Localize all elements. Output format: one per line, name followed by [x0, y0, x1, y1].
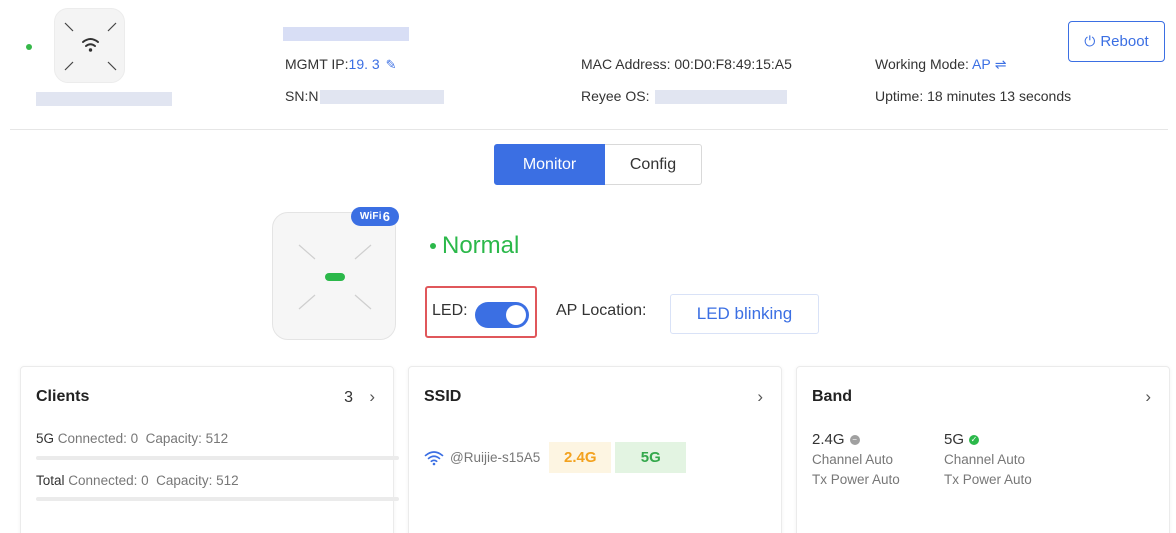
power-icon: ⏻ — [1084, 33, 1096, 49]
mgmt-ip-value: 19. 3 — [348, 56, 380, 72]
os-version-redacted — [655, 90, 788, 105]
mode-value[interactable]: AP — [972, 56, 991, 72]
mac-label: MAC Address: — [581, 56, 671, 72]
mgmt-ip-row: MGMT IP:19. 3 ✎ — [285, 55, 397, 74]
band-5g-name: 5G — [944, 431, 965, 448]
ssid-row: @Ruijie-s15A5 2.4G 5G — [424, 442, 687, 473]
band-24g-name: 2.4G — [812, 431, 845, 448]
clients-card[interactable]: Clients 3 › 5G Connected: 0 Capacity: 51… — [20, 366, 399, 533]
clients-5g-connected: Connected: 0 — [57, 431, 139, 446]
chevron-right-icon[interactable]: › — [1145, 387, 1151, 407]
band-24g-header: 2.4G − — [812, 430, 900, 450]
mode-label: Working Mode: — [875, 56, 969, 72]
clients-total-capacity: Capacity: 512 — [156, 473, 239, 488]
ssid-title: SSID — [424, 388, 462, 405]
band-5g: 5G ✓ Channel Auto Tx Power Auto — [944, 430, 1032, 490]
check-icon: ✓ — [969, 435, 980, 445]
chevron-right-icon[interactable]: › — [757, 387, 763, 407]
disabled-status-icon: − — [849, 435, 860, 445]
band-card[interactable]: Band › 2.4G − Channel Auto Tx Power Auto… — [796, 366, 1170, 533]
os-row: Reyee OS: — [581, 87, 788, 105]
ap-location-label: AP Location: — [556, 302, 647, 319]
reboot-button[interactable]: ⏻ Reboot — [1068, 21, 1165, 62]
sn-redacted — [320, 90, 445, 105]
status-label: Normal — [442, 232, 520, 259]
chevron-right-icon[interactable]: › — [369, 387, 375, 407]
led-label: LED: — [432, 302, 468, 319]
device-header: MGMT IP:19. 3 ✎ SN:N MAC Address: 00:D0:F… — [0, 0, 1176, 130]
clients-count: 3 — [344, 389, 353, 406]
sn-row: SN:N — [285, 87, 445, 105]
mac-row: MAC Address: 00:D0:F8:49:15:A5 — [581, 55, 792, 73]
clients-title: Clients — [36, 388, 90, 405]
band-5g-channel: Channel Auto — [944, 452, 1026, 467]
reboot-label: Reboot — [1100, 33, 1149, 50]
status-dot — [430, 243, 436, 249]
clients-total-bar — [36, 497, 399, 501]
device-status: Normal — [430, 232, 519, 260]
wifi6-badge-text: WiFi — [359, 211, 382, 222]
header-divider — [10, 129, 1168, 130]
device-thumbnail — [54, 8, 125, 83]
view-tabs: Monitor Config — [494, 144, 702, 185]
clients-5g-row: 5G Connected: 0 Capacity: 512 — [36, 431, 228, 446]
clients-5g-capacity: Capacity: 512 — [145, 431, 229, 446]
hostname-redacted[interactable] — [283, 27, 409, 41]
sn-label: SN: — [285, 88, 309, 104]
tab-monitor[interactable]: Monitor — [494, 144, 605, 185]
os-label: Reyee OS: — [581, 88, 650, 104]
mgmt-ip-label: MGMT IP: — [285, 56, 349, 72]
mode-row: Working Mode: AP ⇌ — [875, 55, 1006, 73]
led-blinking-button[interactable]: LED blinking — [670, 294, 819, 334]
ap-device-icon — [298, 244, 372, 310]
band-24g-channel: Channel Auto — [812, 452, 894, 467]
ssid-name: @Ruijie-s15A5 — [450, 450, 541, 465]
uptime-text: Uptime: 18 minutes 13 seconds — [875, 88, 1072, 104]
ssid-card[interactable]: SSID › @Ruijie-s15A5 2.4G 5G — [408, 366, 782, 533]
online-status-dot — [26, 44, 32, 50]
device-name-redacted — [36, 92, 172, 106]
tab-config[interactable]: Config — [605, 144, 702, 185]
clients-total-connected: Connected: 0 — [68, 473, 149, 488]
clients-5g-name: 5G — [36, 431, 55, 446]
clients-total-name: Total — [36, 473, 65, 488]
led-toggle[interactable] — [475, 302, 529, 328]
ap-device-image — [272, 212, 396, 340]
led-toggle-knob — [506, 305, 526, 325]
clients-5g-bar — [36, 456, 399, 460]
ssid-band-5g-tag: 5G — [615, 442, 687, 473]
wifi6-badge: WiFi 6 — [351, 207, 399, 226]
band-5g-header: 5G ✓ — [944, 430, 1032, 450]
wifi6-badge-num: 6 — [382, 209, 391, 224]
band-5g-power: Tx Power Auto — [944, 472, 1032, 487]
band-title: Band — [812, 388, 852, 405]
sn-value: N — [308, 88, 319, 104]
mac-value: 00:D0:F8:49:15:A5 — [674, 56, 792, 72]
edit-icon[interactable]: ✎ — [386, 56, 397, 74]
ssid-band-24g-tag: 2.4G — [549, 442, 612, 473]
band-24g: 2.4G − Channel Auto Tx Power Auto — [812, 430, 900, 490]
band-24g-power: Tx Power Auto — [812, 472, 900, 487]
clients-total-row: Total Connected: 0 Capacity: 512 — [36, 473, 239, 488]
wifi-icon — [64, 22, 117, 71]
swap-icon[interactable]: ⇌ — [995, 56, 1007, 72]
wifi-icon — [424, 450, 444, 465]
